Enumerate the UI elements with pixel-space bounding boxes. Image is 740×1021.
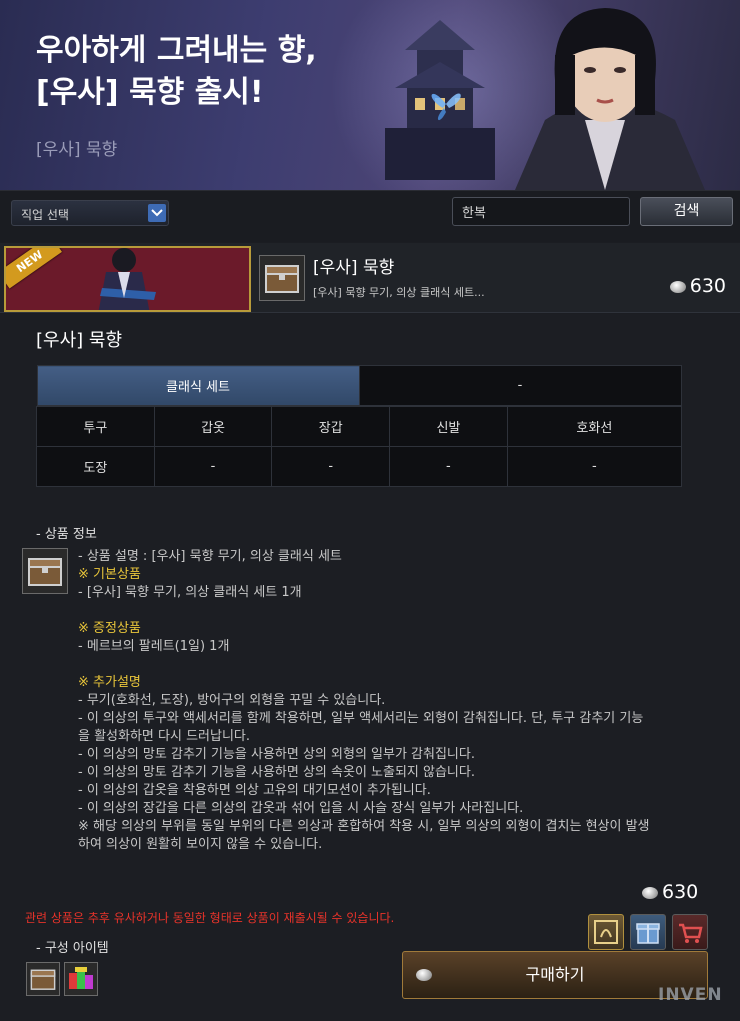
buy-button-label: 구매하기 [525, 965, 585, 984]
info-line: ※ 추가설명 [78, 675, 141, 690]
chest-icon [259, 255, 305, 301]
info-line: - 이 의상의 망토 감추기 기능을 사용하면 상의 외형의 일부가 감춰집니다… [78, 747, 475, 762]
info-line: ※ 해당 의상의 부위를 동일 부위의 다른 의상과 혼합하여 착용 시, 일부… [78, 819, 650, 834]
part-cell: - [153, 446, 273, 487]
info-gap [78, 656, 718, 674]
wardrobe-icon [594, 920, 618, 944]
banner-title: 우아하게 그려내는 향, [우사] 묵향 출시! [36, 30, 317, 114]
component-item-palette[interactable] [64, 962, 98, 996]
banner-title-line1: 우아하게 그려내는 향, [36, 33, 317, 68]
info-line: - 무기(호화선, 도장), 방어구의 외형을 꾸밀 수 있습니다. [78, 693, 386, 708]
job-select-label: 직업 선택 [21, 208, 69, 222]
part-cell: - [506, 446, 683, 487]
part-header-fan: 호화선 [506, 406, 683, 447]
gift-icon [636, 923, 660, 944]
product-detail-panel: [우사] 묵향 클래식 세트 - 투구 갑옷 장갑 신발 호화선 도장 - - [0, 314, 740, 1021]
components-header: - 구성 아이템 [36, 941, 109, 956]
search-input[interactable] [452, 197, 630, 226]
part-cell: - [389, 446, 508, 487]
event-banner[interactable]: 우아하게 그려내는 향, [우사] 묵향 출시! [우사] 묵향 [0, 0, 740, 190]
product-name[interactable]: [우사] 묵향 [313, 253, 394, 278]
gift-button[interactable] [630, 914, 666, 950]
tab-classic-set[interactable]: 클래식 세트 [36, 365, 360, 406]
chest-icon [22, 548, 68, 594]
set-parts-table: 클래식 세트 - 투구 갑옷 장갑 신발 호화선 도장 - - - - [36, 365, 683, 487]
tab-empty[interactable]: - [358, 365, 682, 406]
info-line: 하여 의상이 원활히 보이지 않을 수 있습니다. [78, 837, 323, 852]
silver-coin-icon [669, 280, 686, 293]
info-line: - 이 의상의 갑옷을 착용하면 의상 고유의 대기모션이 추가됩니다. [78, 783, 431, 798]
part-cell-dojang: 도장 [36, 446, 155, 487]
palette-icon [69, 967, 93, 989]
part-header-armor: 갑옷 [153, 406, 273, 447]
character-illustration [515, 8, 705, 190]
info-line: - 이 의상의 망토 감추기 기능을 사용하면 상의 속옷이 노출되지 않습니다… [78, 765, 475, 780]
chevron-down-icon[interactable] [148, 204, 166, 222]
product-thumbnail[interactable]: NEW [4, 246, 251, 312]
cart-button[interactable] [672, 914, 708, 950]
info-line: - 상품 설명 : [우사] 묵향 무기, 의상 클래식 세트 [78, 549, 342, 564]
purchase-price-value: 630 [662, 881, 699, 903]
banner-title-line2: [우사] 묵향 출시! [36, 75, 264, 110]
search-button[interactable]: 검색 [640, 197, 733, 226]
info-line: - 이 의상의 투구와 액세서리를 함께 착용하면, 일부 액세서리는 외형이 … [78, 711, 644, 726]
info-line: - 이 의상의 장갑을 다른 의상의 갑옷과 섞어 입을 시 사슬 장식 일부가… [78, 801, 524, 816]
part-header-gloves: 장갑 [271, 406, 391, 447]
component-item-chest[interactable] [26, 962, 60, 996]
costume-figure-icon [98, 248, 156, 310]
inven-watermark: INVEN [658, 985, 723, 1005]
info-line: 을 활성화하면 다시 드러납니다. [78, 729, 251, 744]
product-price-value: 630 [689, 275, 726, 297]
detail-title: [우사] 묵향 [36, 330, 123, 351]
product-info-body: - 상품 설명 : [우사] 묵향 무기, 의상 클래식 세트 ※ 기본상품 - [… [78, 548, 718, 854]
purchase-price: 630 [642, 881, 698, 903]
info-line: ※ 기본상품 [78, 567, 141, 582]
part-cell: - [271, 446, 391, 487]
product-description: [우사] 묵향 무기, 의상 클래식 세트... [313, 286, 485, 299]
product-info-header: - 상품 정보 [36, 527, 97, 542]
butterfly-illustration [431, 93, 461, 121]
silver-coin-icon [416, 969, 432, 981]
banner-subtitle: [우사] 묵향 [36, 140, 118, 160]
info-line: - [우사] 묵향 무기, 의상 클래식 세트 1개 [78, 585, 302, 600]
silver-coin-icon [642, 886, 658, 899]
info-line: ※ 증정상품 [78, 621, 141, 636]
chest-icon [30, 969, 56, 990]
job-select-dropdown[interactable]: 직업 선택 [11, 200, 169, 226]
product-price: 630 [669, 275, 726, 297]
reissue-notice: 관련 상품은 추후 유사하거나 동일한 형태로 상품이 재출시될 수 있습니다. [25, 911, 395, 925]
product-list-item[interactable]: NEW [우사] 묵향 [우사] 묵향 무기, 의상 클래식 세트... 630 [0, 243, 740, 313]
info-line: - 메르브의 팔레트(1일) 1개 [78, 639, 230, 654]
part-header-shoes: 신발 [389, 406, 508, 447]
info-gap [78, 602, 718, 620]
wardrobe-preview-button[interactable] [588, 914, 624, 950]
cart-icon [679, 923, 703, 943]
part-header-helmet: 투구 [36, 406, 155, 447]
